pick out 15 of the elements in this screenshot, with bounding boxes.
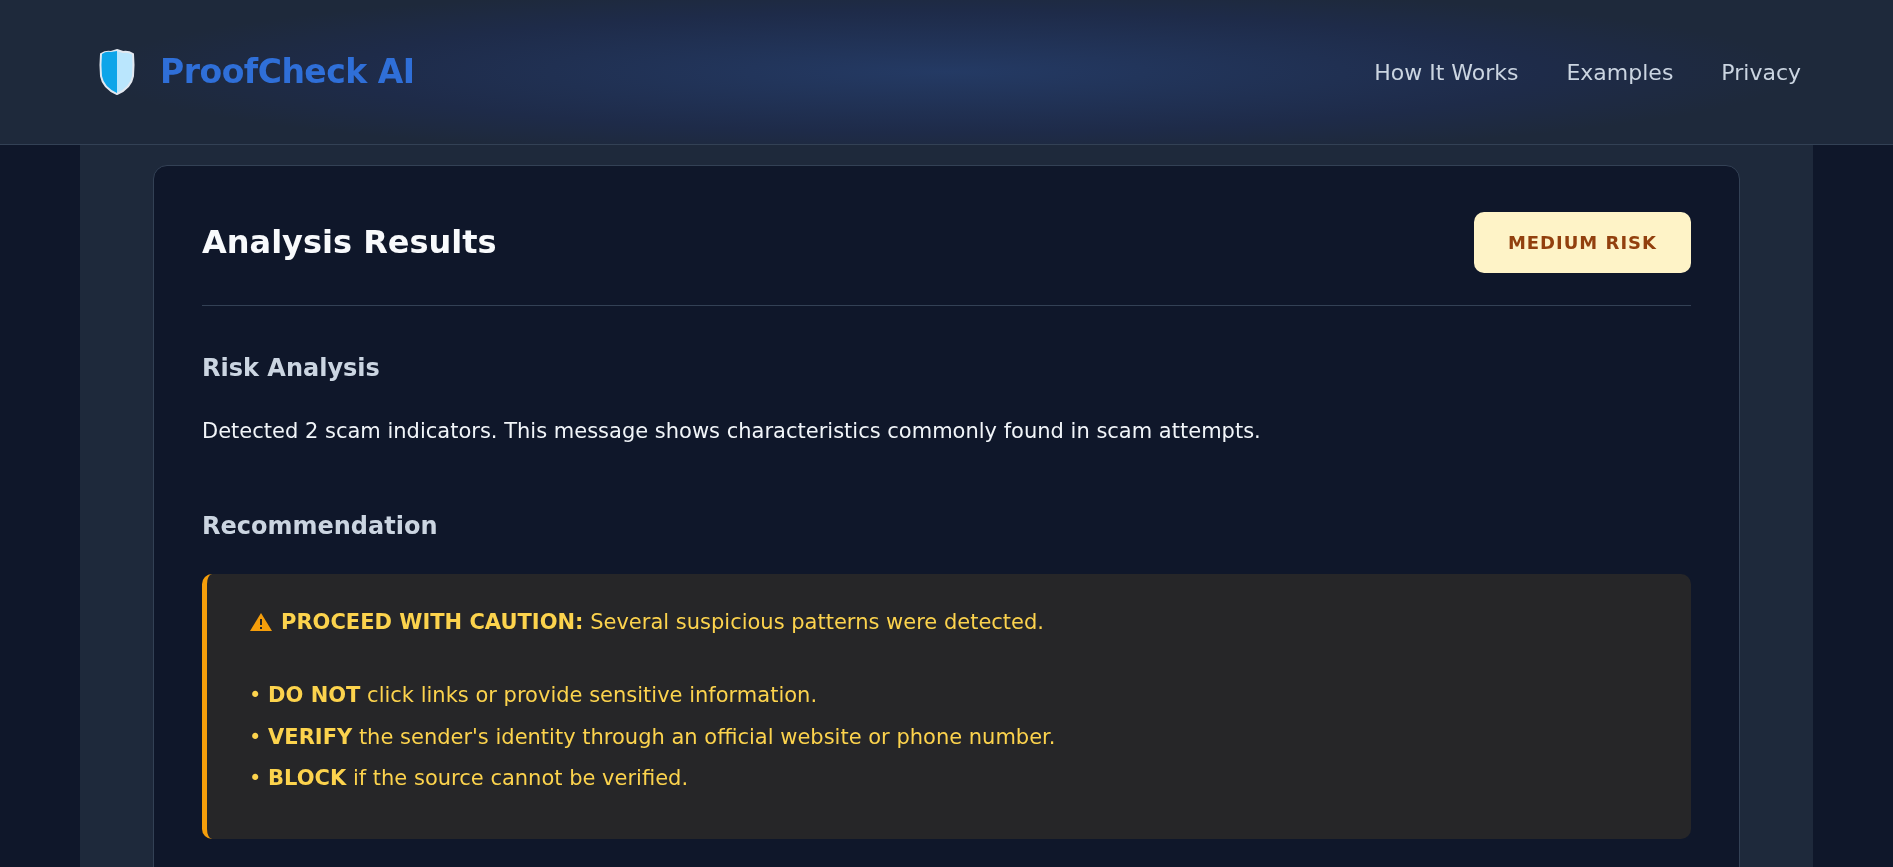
nav-link[interactable]: How It Works <box>1374 55 1519 89</box>
section-heading: Risk Analysis <box>202 353 381 384</box>
nav-link[interactable]: Privacy <box>1721 55 1801 89</box>
risk-badge: MEDIUM RISK <box>1473 212 1691 273</box>
brand-name: ProofCheck AI <box>160 51 415 94</box>
shield-icon <box>98 48 136 96</box>
advice-item: • BLOCK if the source cannot be verified. <box>249 765 690 792</box>
caution-headline: PROCEED WITH CAUTION: Several suspicious patterns were detected. <box>281 608 1045 636</box>
advice-item: • DO NOT click links or provide sensitive information. <box>249 682 819 709</box>
section-heading: Recommendation <box>202 510 439 542</box>
nav-link[interactable]: Examples <box>1566 55 1674 89</box>
advice-item: • VERIFY the sender's identity through an official website or phone number. <box>249 723 1057 751</box>
analysis-text: Detected 2 scam indicators. This message shows characteristics commonly found in scam attempts. <box>202 418 1262 445</box>
warning-icon <box>249 612 273 633</box>
results-title: Analysis Results <box>202 223 497 262</box>
